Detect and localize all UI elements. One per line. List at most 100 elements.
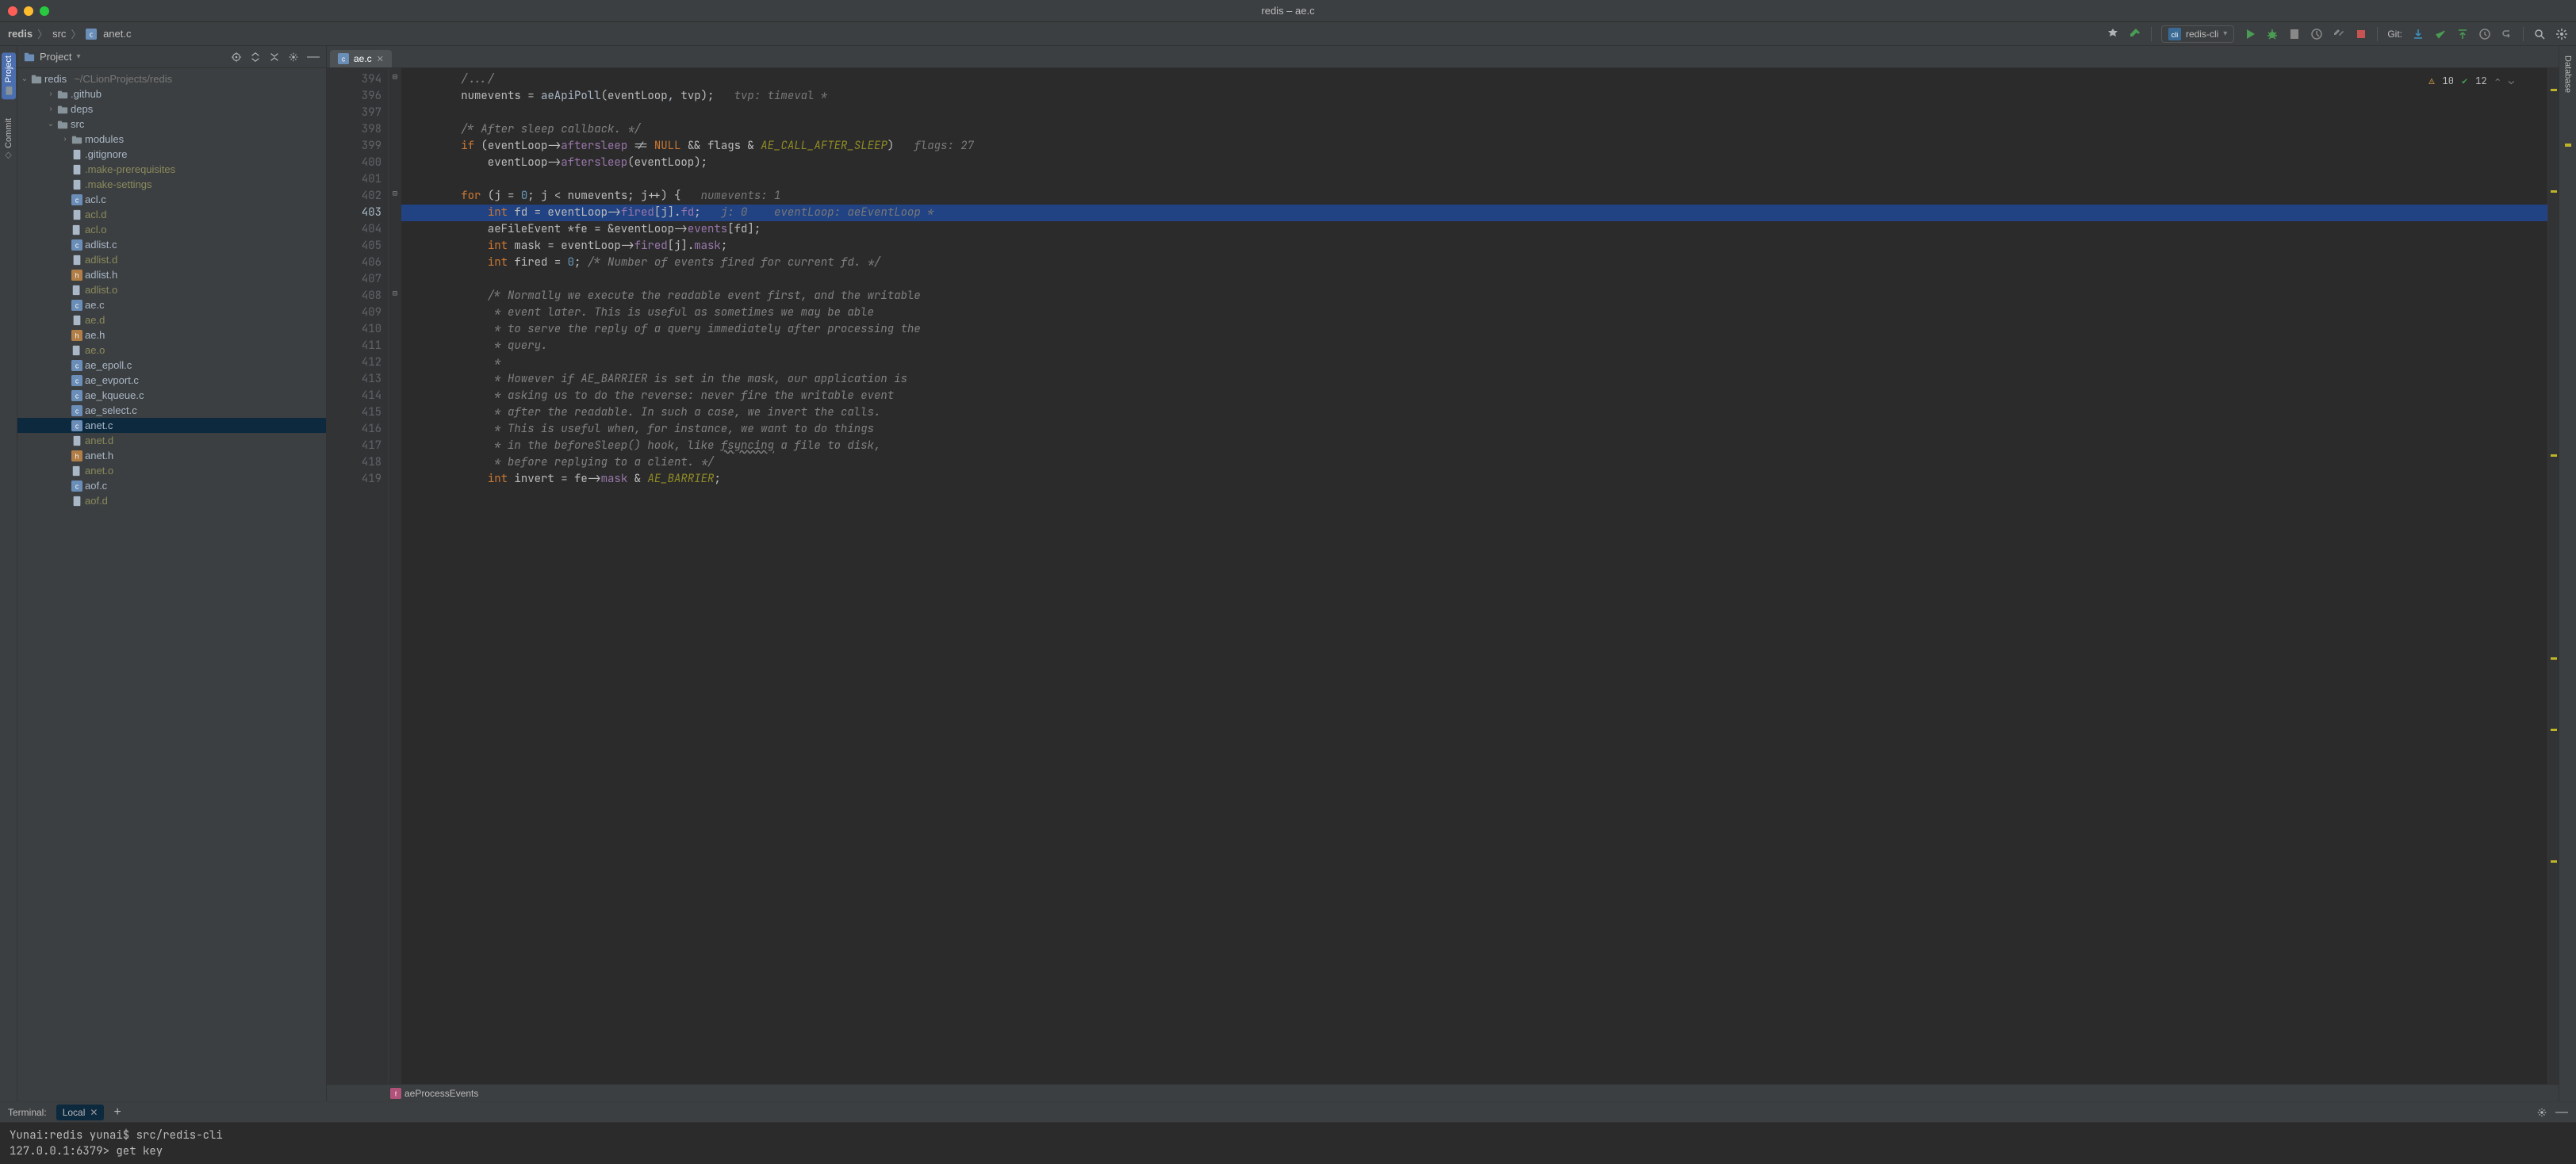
- coverage-icon[interactable]: [2288, 28, 2301, 40]
- tree-item[interactable]: ›.github: [17, 86, 326, 101]
- minimize-window-button[interactable]: [24, 6, 33, 16]
- code-line[interactable]: if (eventLoop->aftersleep != NULL && fla…: [401, 138, 2547, 155]
- warning-marker[interactable]: [2551, 190, 2557, 193]
- tree-item[interactable]: cae_epoll.c: [17, 358, 326, 373]
- close-window-button[interactable]: [8, 6, 17, 16]
- tree-item[interactable]: .make-prerequisites: [17, 162, 326, 177]
- expand-all-icon[interactable]: [250, 52, 261, 63]
- fold-toggle-icon[interactable]: ⊟: [390, 285, 400, 301]
- tree-item[interactable]: ›deps: [17, 101, 326, 117]
- project-panel-title[interactable]: Project: [40, 51, 71, 63]
- terminal-tab[interactable]: Local ✕: [56, 1105, 105, 1120]
- code-line[interactable]: /* After sleep callback. */: [401, 121, 2547, 138]
- warning-marker[interactable]: [2551, 89, 2557, 91]
- tree-item[interactable]: cae.c: [17, 297, 326, 312]
- git-commit-icon[interactable]: [2434, 28, 2447, 40]
- code-line[interactable]: int mask = eventLoop->fired[j].mask;: [401, 238, 2547, 255]
- tree-item[interactable]: ⌄src: [17, 117, 326, 132]
- code-line[interactable]: * query.: [401, 338, 2547, 354]
- code-line[interactable]: * before replying to a client. */: [401, 454, 2547, 471]
- tree-item[interactable]: aof.d: [17, 493, 326, 508]
- attach-icon[interactable]: [2333, 28, 2345, 40]
- tree-item[interactable]: ae.d: [17, 312, 326, 327]
- tree-item[interactable]: hae.h: [17, 327, 326, 343]
- close-icon[interactable]: ✕: [90, 1107, 98, 1118]
- tree-item[interactable]: cae_kqueue.c: [17, 388, 326, 403]
- locate-icon[interactable]: [231, 52, 242, 63]
- tree-item[interactable]: canet.c: [17, 418, 326, 433]
- warning-marker[interactable]: [2551, 454, 2557, 457]
- git-history-icon[interactable]: [2478, 28, 2491, 40]
- code-line[interactable]: /.../: [401, 71, 2547, 88]
- code-line[interactable]: int fired = 0; /* Number of events fired…: [401, 255, 2547, 271]
- breadcrumb-item[interactable]: src: [52, 28, 66, 40]
- code-content[interactable]: ⚠10 ✔12 ⌃ ⌄ /.../ numevents = aeApiPoll(…: [401, 68, 2547, 1084]
- error-stripe[interactable]: [2547, 68, 2559, 1084]
- code-line[interactable]: * This is useful when, for instance, we …: [401, 421, 2547, 438]
- editor-tab[interactable]: c ae.c ✕: [330, 50, 392, 67]
- debug-icon[interactable]: [2266, 28, 2279, 40]
- add-config-icon[interactable]: [2106, 28, 2119, 40]
- warning-marker[interactable]: [2551, 860, 2557, 863]
- minimize-icon[interactable]: —: [2555, 1105, 2568, 1120]
- tree-root[interactable]: ⌄ redis ~/CLionProjects/redis: [17, 71, 326, 86]
- git-rollback-icon[interactable]: [2501, 28, 2513, 40]
- tree-item[interactable]: cadlist.c: [17, 237, 326, 252]
- chevron-down-icon[interactable]: ⌄: [2509, 73, 2514, 90]
- tree-item[interactable]: hanet.h: [17, 448, 326, 463]
- breadcrumb-item[interactable]: redis: [8, 28, 33, 40]
- settings-gear-icon[interactable]: [2555, 28, 2568, 40]
- tree-item[interactable]: .gitignore: [17, 147, 326, 162]
- tool-commit-tab[interactable]: ◇ Commit: [2, 115, 15, 164]
- git-push-icon[interactable]: [2456, 28, 2469, 40]
- tree-item[interactable]: cae_select.c: [17, 403, 326, 418]
- code-line[interactable]: * after the readable. In such a case, we…: [401, 404, 2547, 421]
- tree-item[interactable]: acl.o: [17, 222, 326, 237]
- code-line[interactable]: [401, 271, 2547, 288]
- git-update-icon[interactable]: [2412, 28, 2425, 40]
- tree-item[interactable]: anet.o: [17, 463, 326, 478]
- tree-item[interactable]: acl.d: [17, 207, 326, 222]
- warning-marker[interactable]: [2551, 729, 2557, 731]
- tree-item[interactable]: anet.d: [17, 433, 326, 448]
- code-line[interactable]: /* Normally we execute the readable even…: [401, 288, 2547, 304]
- run-config-selector[interactable]: cli redis-cli ▾: [2161, 25, 2234, 43]
- search-icon[interactable]: [2533, 28, 2546, 40]
- code-line[interactable]: * However if AE_BARRIER is set in the ma…: [401, 371, 2547, 388]
- fold-toggle-icon[interactable]: ⊟: [390, 185, 400, 201]
- fold-toggle-icon[interactable]: ⊟: [390, 68, 400, 85]
- tree-item[interactable]: cae_evport.c: [17, 373, 326, 388]
- stop-icon[interactable]: [2355, 28, 2367, 40]
- code-line[interactable]: [401, 171, 2547, 188]
- code-line[interactable]: * in the beforeSleep() hook, like fsynci…: [401, 438, 2547, 454]
- function-crumb[interactable]: aeProcessEvents: [404, 1088, 478, 1099]
- gear-icon[interactable]: [2536, 1107, 2547, 1118]
- tree-item[interactable]: ›modules: [17, 132, 326, 147]
- tree-item[interactable]: adlist.o: [17, 282, 326, 297]
- code-line[interactable]: * asking us to do the reverse: never fir…: [401, 388, 2547, 404]
- tool-project-tab[interactable]: Project: [2, 52, 16, 99]
- breadcrumb-item[interactable]: c anet.c: [86, 28, 131, 40]
- tree-item[interactable]: ae.o: [17, 343, 326, 358]
- code-line[interactable]: int fd = eventLoop->fired[j].fd; j: 0 ev…: [401, 205, 2547, 221]
- zoom-window-button[interactable]: [40, 6, 49, 16]
- code-line[interactable]: for (j = 0; j < numevents; j++) { numeve…: [401, 188, 2547, 205]
- add-tab-button[interactable]: +: [113, 1105, 121, 1120]
- editor-body[interactable]: 394396397398399400401402403🍅404405406407…: [327, 68, 2559, 1084]
- code-line[interactable]: numevents = aeApiPoll(eventLoop, tvp); t…: [401, 88, 2547, 105]
- code-line[interactable]: * event later. This is useful as sometim…: [401, 304, 2547, 321]
- tool-database-tab[interactable]: Database: [2562, 52, 2574, 96]
- run-icon[interactable]: [2244, 28, 2256, 40]
- profile-icon[interactable]: [2310, 28, 2323, 40]
- warning-marker[interactable]: [2551, 657, 2557, 660]
- tree-item[interactable]: caof.c: [17, 478, 326, 493]
- close-icon[interactable]: ✕: [377, 54, 384, 64]
- code-line[interactable]: * to serve the reply of a query immediat…: [401, 321, 2547, 338]
- code-line[interactable]: [401, 105, 2547, 121]
- tree-item[interactable]: .make-settings: [17, 177, 326, 192]
- tree-item[interactable]: adlist.d: [17, 252, 326, 267]
- tree-item[interactable]: cacl.c: [17, 192, 326, 207]
- gear-icon[interactable]: [288, 52, 299, 63]
- code-line[interactable]: eventLoop->aftersleep(eventLoop);: [401, 155, 2547, 171]
- chevron-up-icon[interactable]: ⌃: [2495, 73, 2501, 90]
